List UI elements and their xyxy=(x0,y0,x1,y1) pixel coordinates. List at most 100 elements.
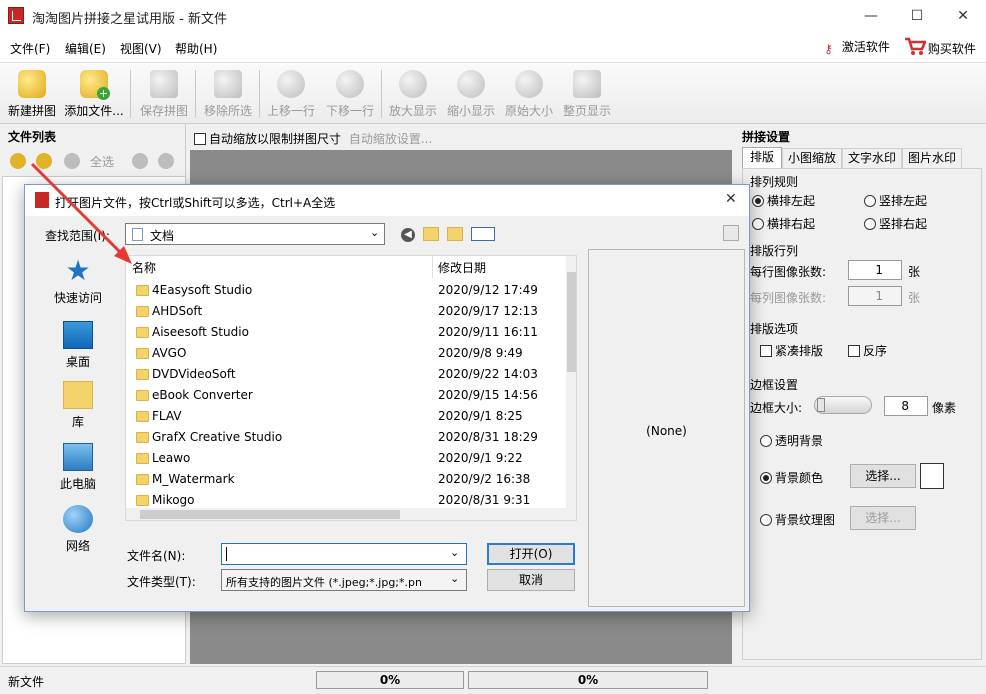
view-menu-icon[interactable] xyxy=(471,227,495,241)
add-file-button[interactable]: 添加文件... xyxy=(62,68,126,122)
preview-toggle-icon[interactable] xyxy=(723,225,739,241)
auto-scale-checkbox[interactable] xyxy=(194,133,206,145)
tab-text-watermark[interactable]: 文字水印 xyxy=(842,148,902,168)
filename-input[interactable]: ⌄ xyxy=(221,543,467,565)
compact-checkbox[interactable]: 紧凑排版 xyxy=(760,342,823,359)
tab-layout[interactable]: 排版 xyxy=(742,147,782,169)
tab-thumbnail-scale[interactable]: 小图缩放 xyxy=(782,148,842,168)
bg-color-choose-button[interactable]: 选择... xyxy=(850,464,916,488)
menu-help[interactable]: 帮助(H) xyxy=(175,40,217,57)
vertical-scrollbar[interactable] xyxy=(566,256,576,508)
auto-scale-label: 自动缩放以限制拼图尺寸 xyxy=(209,132,342,146)
activate-software-button[interactable]: ⚷ 激活软件 xyxy=(824,38,890,58)
file-row[interactable]: FLAV 2020/9/1 8:25 xyxy=(126,406,566,427)
chevron-down-icon: ⌄ xyxy=(370,226,380,239)
filetype-dropdown[interactable]: 所有支持的图片文件 (*.jpeg;*.jpg;*.pn ⌄ xyxy=(221,569,467,591)
buy-software-button[interactable]: 购买软件 xyxy=(904,37,976,59)
folder-icon xyxy=(136,432,149,443)
file-row[interactable]: DVDVideoSoft 2020/9/22 14:03 xyxy=(126,364,566,385)
file-row[interactable]: GrafX Creative Studio 2020/8/31 18:29 xyxy=(126,427,566,448)
file-row[interactable]: eBook Converter 2020/9/15 14:56 xyxy=(126,385,566,406)
file-row[interactable]: Aiseesoft Studio 2020/9/11 16:11 xyxy=(126,322,566,343)
back-icon[interactable]: ◀ xyxy=(401,228,415,242)
menu-file[interactable]: 文件(F) xyxy=(10,40,50,57)
per-col-spinner[interactable]: 1 xyxy=(848,286,902,306)
zoom-out-button[interactable]: 缩小显示 xyxy=(443,68,499,122)
zoom-in-button[interactable]: 放大显示 xyxy=(385,68,441,122)
new-folder-icon[interactable] xyxy=(447,227,463,241)
place-this-pc[interactable]: 此电脑 xyxy=(43,443,113,492)
save-icon xyxy=(150,70,178,98)
tab-image-watermark[interactable]: 图片水印 xyxy=(902,148,962,168)
file-date: 2020/9/8 9:49 xyxy=(438,346,523,360)
cancel-button[interactable]: 取消 xyxy=(487,569,575,591)
column-header-date[interactable]: 修改日期 xyxy=(438,258,568,278)
menu-view[interactable]: 视图(V) xyxy=(120,40,162,57)
zoom-in-icon xyxy=(399,70,427,98)
look-in-dropdown[interactable]: 文档 ⌄ xyxy=(125,223,385,245)
slider-thumb[interactable] xyxy=(817,398,825,412)
vertical-scroll-thumb[interactable] xyxy=(567,272,576,372)
per-col-label: 每列图像张数: xyxy=(750,291,827,305)
file-name: FLAV xyxy=(152,409,182,423)
up-folder-icon[interactable] xyxy=(423,227,439,241)
remove-selected-button[interactable]: 移除所选 xyxy=(200,68,256,122)
fit-page-button[interactable]: 整页显示 xyxy=(559,68,615,122)
radio-horizontal-right[interactable]: 横排右起 xyxy=(752,215,815,232)
column-header-name[interactable]: 名称 xyxy=(132,258,432,278)
minimize-button[interactable]: — xyxy=(848,0,894,32)
chevron-down-icon: ⌄ xyxy=(450,572,460,585)
place-library[interactable]: 库 xyxy=(43,381,113,430)
move-up-small-icon[interactable] xyxy=(132,153,148,169)
filetype-value: 所有支持的图片文件 (*.jpeg;*.jpg;*.pn xyxy=(226,576,422,589)
bg-texture-choose-button[interactable]: 选择... xyxy=(850,506,916,530)
horizontal-scroll-thumb[interactable] xyxy=(140,510,400,519)
add-icon[interactable] xyxy=(10,153,26,169)
close-button[interactable]: ✕ xyxy=(940,0,986,32)
maximize-button[interactable]: ☐ xyxy=(894,0,940,32)
place-quick-access[interactable]: ★ 快速访问 xyxy=(43,257,113,306)
per-row-spinner[interactable]: 1 xyxy=(848,260,902,280)
radio-horizontal-left[interactable]: 横排左起 xyxy=(752,192,815,209)
file-row[interactable]: 4Easysoft Studio 2020/9/12 17:49 xyxy=(126,280,566,301)
new-mosaic-label: 新建拼图 xyxy=(7,104,56,118)
save-mosaic-button[interactable]: 保存拼图 xyxy=(136,68,192,122)
radio-bg-color[interactable]: 背景颜色 xyxy=(760,469,823,486)
radio-vertical-left[interactable]: 竖排左起 xyxy=(864,192,927,209)
new-mosaic-button[interactable]: 新建拼图 xyxy=(4,68,60,122)
move-down-button[interactable]: 下移一行 xyxy=(322,68,378,122)
folder-icon xyxy=(136,306,149,317)
move-up-label: 上移一行 xyxy=(266,104,315,118)
place-desktop[interactable]: 桌面 xyxy=(43,321,113,370)
border-size-slider[interactable] xyxy=(814,396,872,414)
move-down-small-icon[interactable] xyxy=(158,153,174,169)
file-date: 2020/9/1 8:25 xyxy=(438,409,523,423)
radio-transparent-bg[interactable]: 透明背景 xyxy=(760,432,823,449)
border-size-spinner[interactable]: 8 xyxy=(884,396,928,416)
border-title: 边框设置 xyxy=(750,378,799,392)
file-row[interactable]: AHDSoft 2020/9/17 12:13 xyxy=(126,301,566,322)
file-browser-list[interactable]: 名称 修改日期 4Easysoft Studio 2020/9/12 17:49 A… xyxy=(125,255,577,521)
open-button[interactable]: 打开(O) xyxy=(487,543,575,565)
menu-edit[interactable]: 编辑(E) xyxy=(65,40,106,57)
radio-vertical-right[interactable]: 竖排右起 xyxy=(864,215,927,232)
remove-file-icon[interactable] xyxy=(64,153,80,169)
horizontal-scrollbar[interactable] xyxy=(126,508,576,520)
file-row[interactable]: AVGO 2020/9/8 9:49 xyxy=(126,343,566,364)
add-folder-icon[interactable] xyxy=(36,153,52,169)
place-network[interactable]: 网络 xyxy=(43,505,113,554)
select-all-button[interactable]: 全选 xyxy=(90,153,114,170)
actual-size-button[interactable]: 原始大小 xyxy=(501,68,557,122)
file-name: DVDVideoSoft xyxy=(152,367,236,381)
auto-scale-settings-link[interactable]: 自动缩放设置... xyxy=(349,132,432,146)
file-row[interactable]: Leawo 2020/9/1 9:22 xyxy=(126,448,566,469)
per-row-unit: 张 xyxy=(908,265,921,279)
radio-bg-texture[interactable]: 背景纹理图 xyxy=(760,511,835,528)
file-row[interactable]: M_Watermark 2020/9/2 16:38 xyxy=(126,469,566,490)
dialog-close-button[interactable]: ✕ xyxy=(725,191,737,207)
radio-label: 横排右起 xyxy=(767,217,816,231)
folder-icon xyxy=(136,495,149,506)
move-up-button[interactable]: 上移一行 xyxy=(263,68,319,122)
reverse-checkbox[interactable]: 反序 xyxy=(848,342,887,359)
bg-color-swatch[interactable] xyxy=(920,463,944,489)
